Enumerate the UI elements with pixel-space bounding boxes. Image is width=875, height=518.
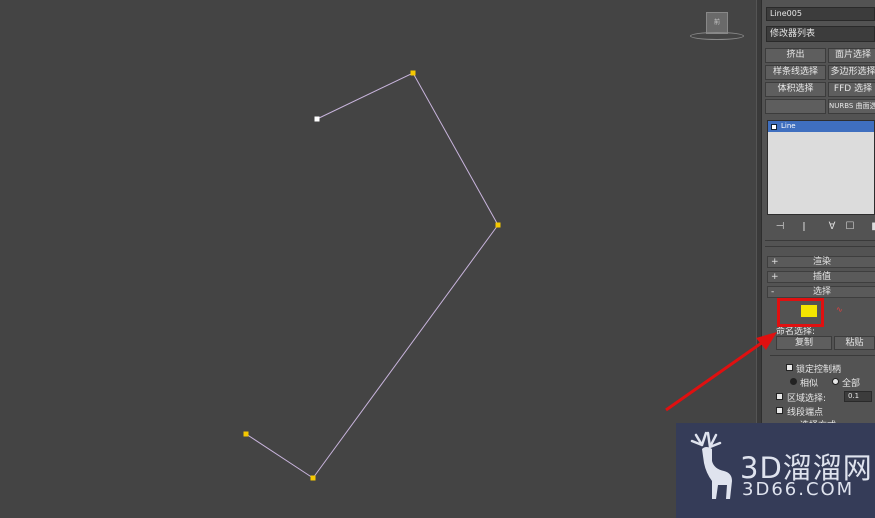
remove-modifier-icon[interactable]: ☐ (842, 220, 858, 234)
rollout-label: 渲染 (812, 257, 831, 267)
panel-separator (765, 246, 875, 247)
vertex-highlight-box (777, 298, 824, 327)
spline-select-button[interactable]: 样条线选择 (765, 65, 826, 80)
empty-modifier-button[interactable] (765, 99, 826, 114)
deer-logo-icon (690, 431, 732, 499)
all-radio[interactable] (832, 378, 839, 385)
segment-subobject-icon[interactable]: ∿ (836, 305, 843, 314)
object-name-field[interactable]: Line005 (766, 7, 875, 21)
patch-select-button[interactable]: 面片选择 (828, 48, 875, 63)
stack-item-line[interactable]: Line (768, 121, 874, 132)
similar-label: 相似 (800, 379, 819, 389)
spline-vertex[interactable] (310, 475, 316, 481)
spline-line005[interactable] (245, 72, 499, 479)
modifier-stack[interactable]: Line (767, 120, 875, 215)
viewcube-icon[interactable]: 前 (706, 12, 728, 34)
rollout-label: 插值 (812, 272, 831, 282)
show-end-result-icon[interactable]: ǀ (796, 220, 812, 234)
area-select-checkbox[interactable] (776, 393, 783, 400)
poly-select-button[interactable]: 多边形选择 (828, 65, 875, 80)
spline-vertex[interactable] (410, 70, 416, 76)
stack-item-icon (771, 123, 777, 130)
copy-button[interactable]: 复制 (776, 336, 832, 350)
area-select-value-input[interactable]: 0.1 (844, 391, 872, 402)
similar-radio[interactable] (790, 378, 797, 385)
pin-stack-icon[interactable]: ⊣ (772, 220, 788, 234)
volume-select-button[interactable]: 体积选择 (765, 82, 826, 97)
area-select-label: 区域选择: (787, 394, 827, 404)
modifier-list-dropdown[interactable]: 修改器列表 (766, 26, 875, 42)
rollout-label: 选择 (812, 287, 831, 297)
spline-canvas[interactable] (0, 0, 760, 518)
segment-end-label: 线段端点 (787, 408, 824, 418)
viewport-perspective[interactable]: 前 (0, 0, 760, 518)
spline-vertex[interactable] (495, 222, 501, 228)
make-unique-icon[interactable]: ∀ (824, 220, 840, 234)
panel-separator (765, 240, 875, 241)
lock-handles-label: 锁定控制柄 (796, 365, 842, 375)
segment-end-checkbox[interactable] (776, 407, 783, 414)
all-label: 全部 (842, 379, 861, 389)
viewcube-ring[interactable] (690, 32, 744, 40)
rollout-interpolation[interactable]: + 插值 (767, 271, 875, 283)
watermark: 3D溜溜网 3D66.COM (676, 423, 875, 518)
lock-handles-checkbox[interactable] (786, 364, 793, 371)
stack-item-label: Line (781, 122, 796, 130)
spline-vertex[interactable] (243, 431, 249, 437)
watermark-url: 3D66.COM (742, 479, 855, 500)
rollout-render[interactable]: + 渲染 (767, 256, 875, 268)
ffd-select-button[interactable]: FFD 选择 (828, 82, 875, 97)
panel-separator (770, 355, 875, 356)
rollout-selection[interactable]: - 选择 (767, 286, 875, 298)
nurbs-surface-select-button[interactable]: NURBS 曲面选择 (828, 99, 875, 114)
spline-vertex-first[interactable] (314, 116, 320, 122)
configure-sets-icon[interactable]: ▮ (866, 220, 875, 234)
paste-button[interactable]: 粘贴 (834, 336, 875, 350)
extrude-button[interactable]: 挤出 (765, 48, 826, 63)
